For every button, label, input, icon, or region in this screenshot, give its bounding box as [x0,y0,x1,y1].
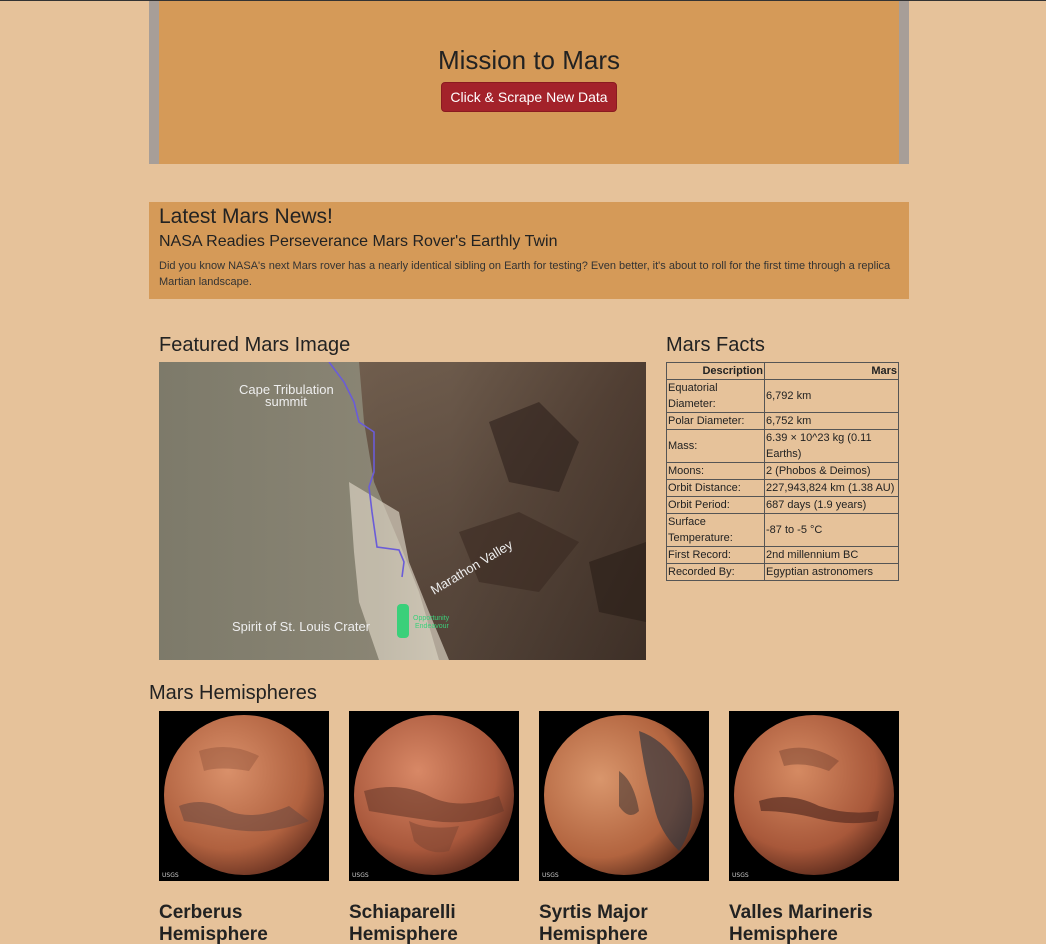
page-title: Mission to Mars [437,45,621,75]
header-jumbotron: Mission to Mars Click & Scrape New Data [149,1,909,164]
scrape-button[interactable]: Click & Scrape New Data [441,82,617,112]
facts-header-description: Description [666,362,765,380]
hemisphere-image-syrtis-major[interactable]: USGS [539,711,709,881]
table-row: Polar Diameter: 6,752 km [666,412,899,430]
fact-description: Mass: [666,429,765,463]
fact-description: Orbit Distance: [666,479,765,497]
table-row: Orbit Distance: 227,943,824 km (1.38 AU) [666,479,899,497]
hemisphere-title[interactable]: Syrtis Major Hemisphere [539,902,709,944]
hemisphere-image-schiaparelli[interactable]: USGS [349,711,519,881]
hemispheres-title: Mars Hemispheres [149,682,317,704]
fact-value: 687 days (1.9 years) [764,496,899,514]
fact-value: Egyptian astronomers [764,563,899,581]
fact-value: 6,752 km [764,412,899,430]
hemisphere-card-cerberus[interactable]: USGS Cerberus Hemisphere [159,711,329,944]
hemisphere-title[interactable]: Cerberus Hemisphere [159,902,329,944]
news-teaser: Did you know NASA's next Mars rover has … [159,260,891,288]
hemisphere-image-valles-marineris[interactable]: USGS [729,711,899,881]
table-row: Equatorial Diameter: 6,792 km [666,379,899,413]
table-row: Mass: 6.39 × 10^23 kg (0.11 Earths) [666,429,899,463]
hemisphere-card-schiaparelli[interactable]: USGS Schiaparelli Hemisphere [349,711,519,944]
table-row: Recorded By: Egyptian astronomers [666,563,899,581]
fact-value: 2nd millennium BC [764,546,899,564]
hemisphere-card-valles-marineris[interactable]: USGS Valles Marineris Hemisphere [729,711,899,944]
table-row: Surface Temperature: -87 to -5 °C [666,513,899,547]
map-label-rover-2: Endeavour [415,623,450,630]
hemisphere-image-cerberus[interactable]: USGS [159,711,329,881]
map-label-rover: Opportunity [413,615,450,622]
featured-image-title: Featured Mars Image [159,334,351,356]
facts-header-row: Description Mars [666,362,899,380]
featured-image[interactable]: Cape Tribulation summit Marathon Valley … [159,362,646,660]
fact-description: First Record: [666,546,765,564]
page: Mission to Mars Click & Scrape New Data … [0,0,1046,944]
table-row: Orbit Period: 687 days (1.9 years) [666,496,899,514]
fact-value: 6.39 × 10^23 kg (0.11 Earths) [764,429,899,463]
news-panel: Latest Mars News! NASA Readies Persevera… [149,202,909,299]
table-row: First Record: 2nd millennium BC [666,546,899,564]
fact-description: Orbit Period: [666,496,765,514]
fact-value: 227,943,824 km (1.38 AU) [764,479,899,497]
map-label-crater: Spirit of St. Louis Crater [232,619,371,634]
fact-value: 2 (Phobos & Deimos) [764,462,899,480]
fact-description: Surface Temperature: [666,513,765,547]
news-section-title: Latest Mars News! [159,205,333,228]
news-headline: NASA Readies Perseverance Mars Rover's E… [159,233,558,250]
table-row: Moons: 2 (Phobos & Deimos) [666,462,899,480]
usgs-logo: USGS [162,872,179,879]
usgs-logo: USGS [352,872,369,879]
hemisphere-title[interactable]: Valles Marineris Hemisphere [729,902,899,944]
hemisphere-title[interactable]: Schiaparelli Hemisphere [349,902,519,944]
mars-facts-title: Mars Facts [666,334,765,356]
fact-description: Moons: [666,462,765,480]
fact-value: 6,792 km [764,379,899,413]
fact-description: Polar Diameter: [666,412,765,430]
fact-description: Recorded By: [666,563,765,581]
facts-header-mars: Mars [764,362,899,380]
featured-image-graphic: Cape Tribulation summit Marathon Valley … [159,362,646,660]
mars-facts-table: Description Mars Equatorial Diameter: 6,7… [666,362,899,581]
usgs-logo: USGS [542,872,559,879]
usgs-logo: USGS [732,872,749,879]
hemisphere-card-syrtis-major[interactable]: USGS Syrtis Major Hemisphere [539,711,709,944]
map-label-summit: summit [265,394,307,409]
fact-value: -87 to -5 °C [764,513,899,547]
fact-description: Equatorial Diameter: [666,379,765,413]
